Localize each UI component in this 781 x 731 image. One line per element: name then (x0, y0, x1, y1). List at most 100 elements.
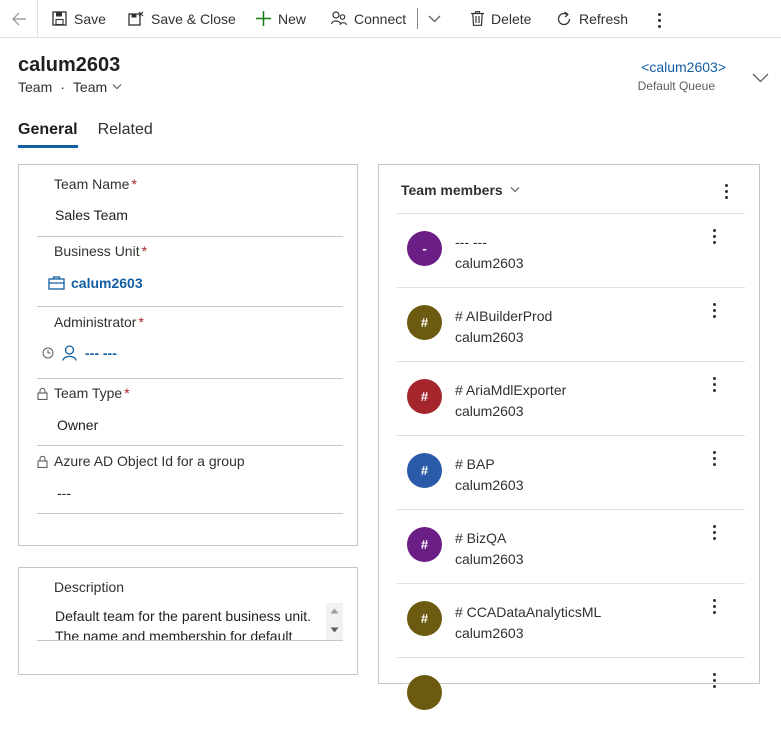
member-more-button[interactable] (707, 300, 721, 320)
general-section: Team Name * Sales Team Business Unit * cal… (18, 164, 358, 546)
more-icon (707, 448, 721, 466)
business-unit-value[interactable]: calum2603 (71, 275, 143, 291)
member-row[interactable]: # # CCADataAnalyticsML calum2603 (397, 583, 745, 657)
business-unit-label: Business Unit * (54, 243, 148, 259)
user-icon (62, 345, 77, 361)
member-business-unit: calum2603 (455, 329, 524, 345)
member-avatar: - (407, 231, 442, 266)
trash-icon (471, 11, 484, 26)
separator-dot: · (60, 79, 65, 95)
member-business-unit: calum2603 (455, 477, 524, 493)
member-name: # AriaMdlExporter (455, 382, 567, 398)
member-name: # AIBuilderProd (455, 308, 553, 324)
plus-icon (256, 11, 271, 26)
lock-icon (37, 387, 48, 400)
business-unit-icon (48, 276, 65, 290)
member-avatar: # (407, 453, 442, 488)
member-name: # BizQA (455, 530, 507, 546)
scroll-up-icon[interactable] (330, 608, 339, 614)
new-button[interactable]: New (256, 0, 306, 37)
owner-queue-link[interactable]: <calum2603> (641, 59, 726, 75)
chevron-down-icon (428, 15, 441, 22)
team-members-view-selector[interactable]: Team members (401, 182, 520, 198)
member-business-unit: calum2603 (455, 551, 524, 567)
member-more-button[interactable] (707, 596, 721, 616)
save-label: Save (74, 10, 106, 27)
more-icon (707, 522, 721, 540)
member-more-button[interactable] (707, 670, 721, 690)
form-selector[interactable]: Team (73, 79, 122, 95)
member-row[interactable]: # # AriaMdlExporter calum2603 (397, 361, 745, 435)
description-textarea[interactable]: Default team for the parent business uni… (37, 603, 343, 641)
member-row[interactable]: # # BizQA calum2603 (397, 509, 745, 583)
administrator-label: Administrator * (54, 314, 144, 330)
clock-icon (42, 347, 54, 359)
chevron-down-icon (510, 187, 520, 193)
member-business-unit: calum2603 (455, 403, 524, 419)
refresh-button[interactable]: Refresh (556, 0, 628, 37)
member-avatar: # (407, 305, 442, 340)
member-avatar: # (407, 527, 442, 562)
description-scrollbar[interactable] (326, 603, 343, 640)
member-avatar: # (407, 379, 442, 414)
member-row[interactable]: - --- --- calum2603 (397, 213, 745, 287)
team-name-input[interactable]: Sales Team (55, 207, 128, 223)
administrator-value[interactable]: --- --- (85, 345, 117, 361)
command-bar: Save Save & Close New Connect Delete Ref… (0, 0, 781, 38)
description-label: Description (54, 579, 125, 595)
subgrid-more-button[interactable] (719, 181, 733, 201)
tab-general[interactable]: General (18, 121, 78, 148)
azure-ad-field: Azure AD Object Id for a group --- (37, 446, 343, 514)
save-close-icon (128, 11, 144, 26)
record-title: calum2603 (18, 54, 121, 76)
administrator-lookup[interactable]: --- --- (42, 345, 117, 361)
description-line-1: Default team for the parent business uni… (55, 608, 312, 624)
more-icon (707, 596, 721, 614)
connect-dropdown-button[interactable] (428, 0, 441, 37)
back-button[interactable] (0, 0, 38, 37)
entity-name: Team (18, 79, 53, 95)
connect-people-icon (331, 11, 347, 26)
more-icon (657, 10, 661, 28)
team-type-value: Owner (57, 417, 99, 433)
team-name-field: Team Name * Sales Team (37, 165, 343, 237)
member-more-button[interactable] (707, 448, 721, 468)
member-name: # CCADataAnalyticsML (455, 604, 602, 620)
more-icon (719, 181, 733, 199)
member-row[interactable] (397, 657, 745, 731)
scroll-down-icon[interactable] (330, 627, 339, 633)
member-more-button[interactable] (707, 374, 721, 394)
member-name: # BAP (455, 456, 495, 472)
save-icon (52, 11, 67, 26)
more-icon (707, 670, 721, 688)
header-expand-button[interactable] (752, 70, 769, 88)
member-more-button[interactable] (707, 226, 721, 246)
record-subtitle: Team · Team (18, 79, 122, 95)
description-line-2: The name and membership for default (55, 628, 293, 641)
delete-label: Delete (491, 10, 532, 27)
more-icon (707, 226, 721, 244)
description-section: Description Default team for the parent … (18, 567, 358, 675)
team-name-label: Team Name * (54, 176, 137, 192)
more-icon (707, 374, 721, 392)
member-more-button[interactable] (707, 522, 721, 542)
team-type-label: Team Type * (37, 385, 130, 401)
delete-button[interactable]: Delete (471, 0, 531, 37)
business-unit-lookup[interactable]: calum2603 (48, 275, 143, 291)
member-row[interactable]: # # AIBuilderProd calum2603 (397, 287, 745, 361)
owner-queue-label: Default Queue (637, 79, 715, 93)
connect-button[interactable]: Connect (331, 0, 406, 37)
new-label: New (278, 10, 307, 27)
business-unit-field: Business Unit * calum2603 (37, 237, 343, 307)
refresh-label: Refresh (579, 10, 629, 27)
tab-related[interactable]: Related (98, 121, 153, 148)
chevron-down-icon (752, 73, 769, 83)
save-button[interactable]: Save (52, 0, 106, 37)
member-row[interactable]: # # BAP calum2603 (397, 435, 745, 509)
member-business-unit: calum2603 (455, 625, 524, 641)
team-members-title: Team members (401, 182, 503, 198)
save-close-button[interactable]: Save & Close (128, 0, 236, 37)
back-arrow-icon (11, 12, 26, 25)
more-commands-button[interactable] (652, 0, 666, 37)
refresh-icon (557, 10, 571, 25)
